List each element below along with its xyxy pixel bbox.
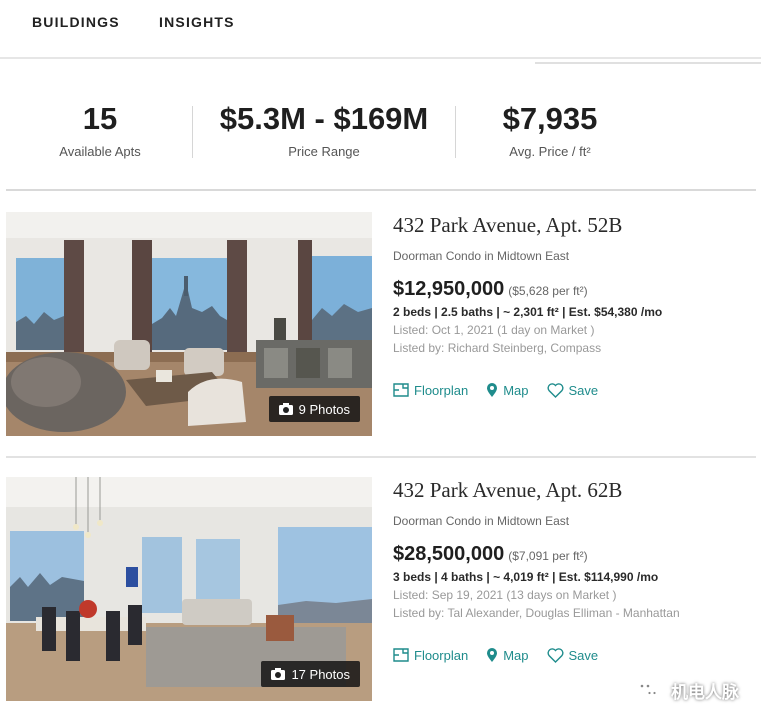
watermark-text: 机电人脉 xyxy=(671,682,739,702)
listed-by: Listed by: Richard Steinberg, Compass xyxy=(393,341,602,355)
stat-divider xyxy=(192,106,193,158)
wechat-icon xyxy=(635,679,661,700)
listing-price: $28,500,000 xyxy=(393,543,505,565)
camera-icon xyxy=(278,403,293,415)
listing-type: Doorman Condo in Midtown East xyxy=(393,249,570,263)
photos-button[interactable]: 17 Photos xyxy=(261,661,360,687)
watermark: 机电人脉 xyxy=(633,675,739,705)
price-per-sqft: ($5,628 per ft²) xyxy=(508,284,588,298)
save-link[interactable]: Save xyxy=(546,647,599,663)
listed-date: Listed: Oct 1, 2021 (1 day on Market ) xyxy=(393,323,595,337)
floorplan-icon xyxy=(393,383,409,397)
floorplan-label: Floorplan xyxy=(414,647,469,663)
stat-value: 15 xyxy=(82,101,118,136)
stat-value: $5.3M - $169M xyxy=(219,101,429,136)
listing-photo[interactable]: 9 Photos xyxy=(6,212,372,436)
listing-photo[interactable]: 17 Photos xyxy=(6,477,372,701)
stat-value: $7,935 xyxy=(502,101,598,136)
top-nav: BUILDINGS INSIGHTS xyxy=(0,0,761,64)
price-per-sqft: ($7,091 per ft²) xyxy=(508,549,588,563)
floorplan-link[interactable]: Floorplan xyxy=(393,382,468,398)
price-row: $28,500,000 ($7,091 per ft²) xyxy=(393,543,753,566)
listing-actions: Floorplan Map Save xyxy=(393,647,753,663)
listing-price: $12,950,000 xyxy=(393,278,505,300)
listing-type: Doorman Condo in Midtown East xyxy=(393,514,570,528)
save-label: Save xyxy=(568,382,599,398)
stat-label: Available Apts xyxy=(59,144,141,159)
listing-details: 2 beds | 2.5 baths | ~ 2,301 ft² | Est. … xyxy=(393,305,663,319)
save-label: Save xyxy=(568,647,599,663)
stats-bar: 15 Available Apts $5.3M - $169M Price Ra… xyxy=(0,64,761,192)
listing-details: 3 beds | 4 baths | ~ 4,019 ft² | Est. $1… xyxy=(393,570,659,584)
listing-address[interactable]: 432 Park Avenue, Apt. 62B xyxy=(393,477,753,503)
listing-address[interactable]: 432 Park Avenue, Apt. 52B xyxy=(393,212,753,238)
map-pin-icon xyxy=(487,648,498,662)
nav-buildings[interactable]: BUILDINGS xyxy=(32,14,120,30)
map-link[interactable]: Map xyxy=(486,382,529,398)
listing-actions: Floorplan Map Save xyxy=(393,382,753,398)
stat-price-range: $5.3M - $169M Price Range xyxy=(205,100,443,159)
listing-info: 432 Park Avenue, Apt. 52B Doorman Condo … xyxy=(393,212,753,398)
map-link[interactable]: Map xyxy=(486,647,529,663)
photos-count: 17 Photos xyxy=(291,666,350,682)
floorplan-label: Floorplan xyxy=(414,382,469,398)
nav-divider xyxy=(0,57,761,59)
price-row: $12,950,000 ($5,628 per ft²) xyxy=(393,278,753,301)
listed-date: Listed: Sep 19, 2021 (13 days on Market … xyxy=(393,588,617,602)
listing-card: 9 Photos 432 Park Avenue, Apt. 52B Doorm… xyxy=(6,212,756,436)
listing-card: 17 Photos 432 Park Avenue, Apt. 62B Door… xyxy=(6,477,756,701)
stat-label: Avg. Price / ft² xyxy=(509,144,591,159)
photos-button[interactable]: 9 Photos xyxy=(268,396,360,422)
map-pin-icon xyxy=(487,383,498,397)
listing-divider xyxy=(6,456,756,458)
listing-info: 432 Park Avenue, Apt. 62B Doorman Condo … xyxy=(393,477,753,663)
save-link[interactable]: Save xyxy=(546,382,599,398)
stat-available: 15 Available Apts xyxy=(40,100,160,159)
map-label: Map xyxy=(503,382,529,398)
camera-icon xyxy=(271,668,286,680)
floorplan-link[interactable]: Floorplan xyxy=(393,647,468,663)
stat-divider xyxy=(455,106,456,158)
floorplan-icon xyxy=(393,648,409,662)
heart-icon xyxy=(546,382,564,398)
nav-insights[interactable]: INSIGHTS xyxy=(159,14,235,30)
listed-by: Listed by: Tal Alexander, Douglas Ellima… xyxy=(393,606,680,620)
stat-label: Price Range xyxy=(288,144,360,159)
stat-avg-price: $7,935 Avg. Price / ft² xyxy=(480,100,620,159)
heart-icon xyxy=(546,647,564,663)
stats-divider xyxy=(6,189,756,191)
photos-count: 9 Photos xyxy=(298,401,350,417)
map-label: Map xyxy=(503,647,529,663)
